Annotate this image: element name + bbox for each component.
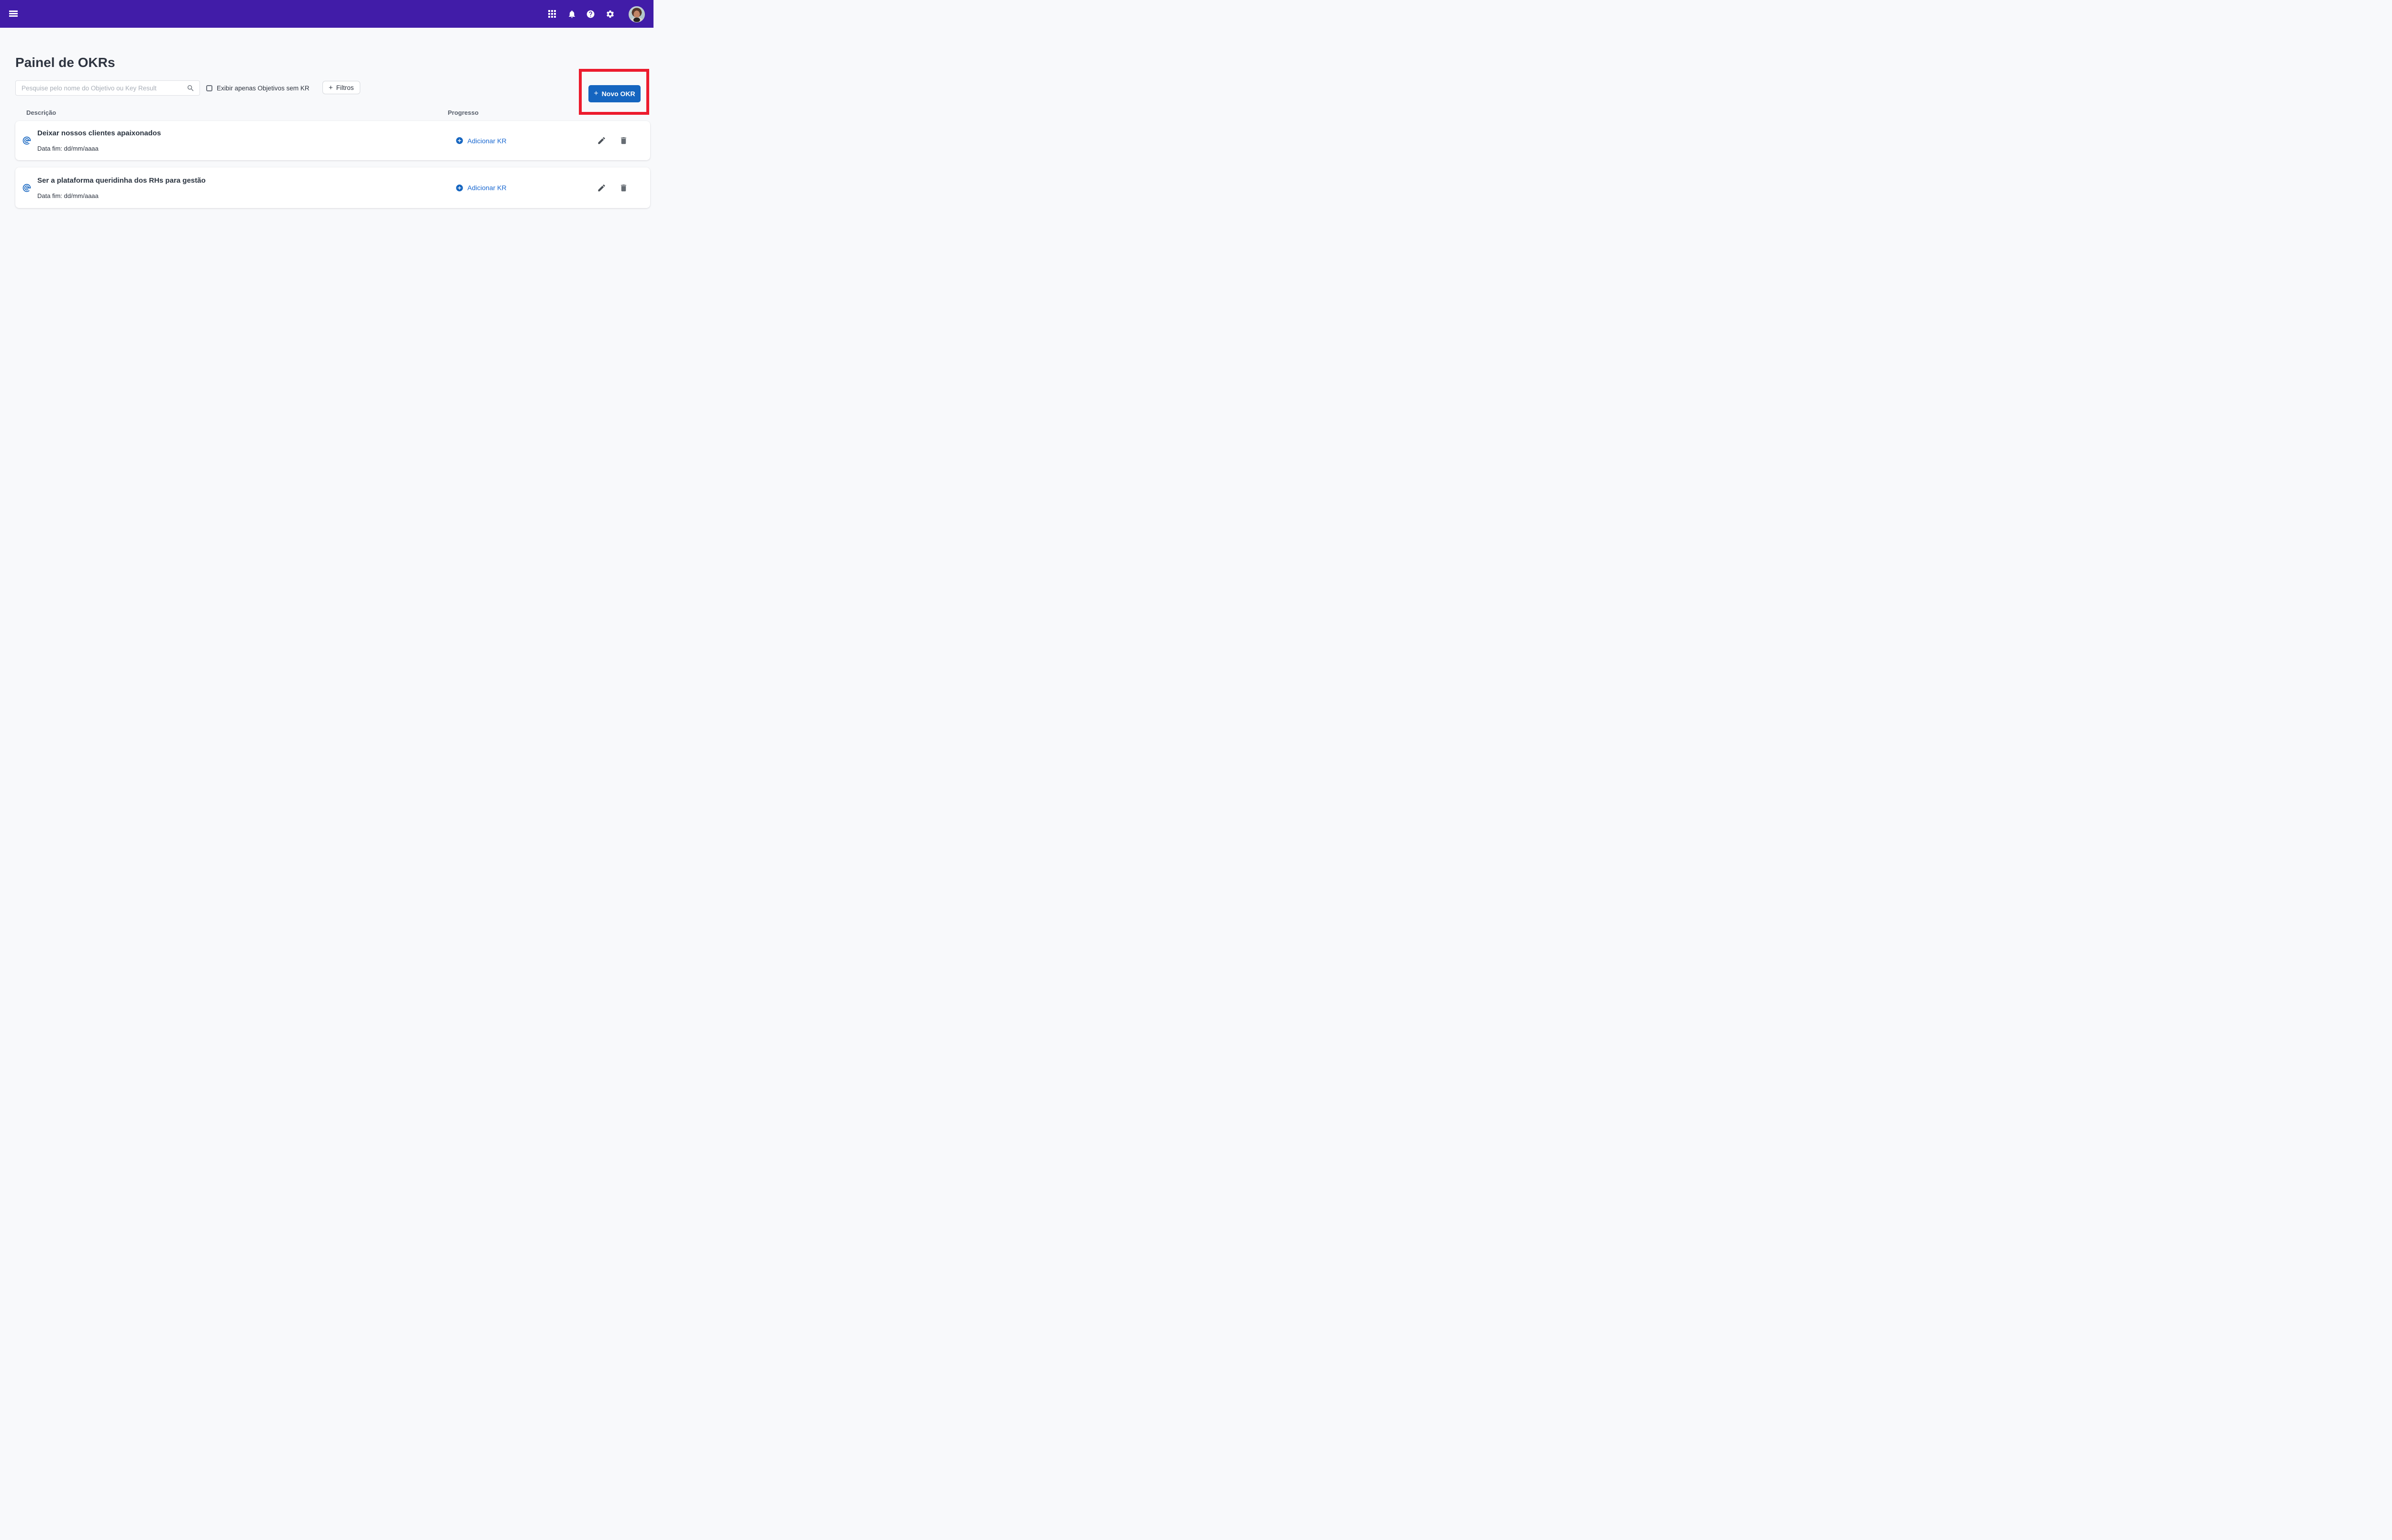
okr-end-date: Data fim: dd/mm/aaaa [37, 145, 99, 152]
search-box [15, 80, 200, 96]
filters-button-label: Filtros [336, 84, 354, 91]
okr-title: Deixar nossos clientes apaixonados [37, 129, 161, 137]
add-kr-link[interactable]: Adicionar KR [455, 184, 507, 192]
okr-end-date: Data fim: dd/mm/aaaa [37, 192, 99, 199]
filters-button[interactable]: + Filtros [322, 81, 360, 94]
top-app-bar [0, 0, 653, 28]
objective-target-icon [22, 136, 32, 145]
notifications-bell-icon[interactable] [567, 10, 576, 19]
okr-text-block: Ser a plataforma queridinha dos RHs para… [37, 177, 206, 199]
add-circle-icon [456, 137, 463, 144]
user-avatar[interactable] [629, 6, 645, 22]
progress-column-header: Progresso [448, 109, 479, 116]
plus-icon: + [594, 89, 598, 98]
add-circle-icon [456, 184, 463, 191]
page-title: Painel de OKRs [15, 55, 115, 70]
okr-card: Deixar nossos clientes apaixonados Data … [15, 121, 650, 160]
okr-text-block: Deixar nossos clientes apaixonados Data … [37, 130, 161, 152]
description-column-header: Descrição [26, 109, 56, 116]
edit-pencil-icon[interactable] [597, 183, 606, 192]
add-kr-label: Adicionar KR [467, 184, 507, 192]
okr-title: Ser a plataforma queridinha dos RHs para… [37, 176, 206, 185]
plus-icon: + [329, 83, 333, 92]
okr-dashboard-page: Painel de OKRs Exibir apenas Objetivos s… [0, 0, 653, 385]
objective-target-icon [22, 183, 32, 193]
add-kr-link[interactable]: Adicionar KR [455, 137, 507, 145]
checkbox-label: Exibir apenas Objetivos sem KR [217, 84, 310, 92]
hamburger-menu-icon[interactable] [9, 11, 18, 17]
okr-card: Ser a plataforma queridinha dos RHs para… [15, 167, 650, 208]
delete-trash-icon[interactable] [619, 136, 628, 145]
new-okr-button[interactable]: + Novo OKR [588, 85, 641, 102]
delete-trash-icon[interactable] [619, 183, 628, 192]
apps-grid-icon[interactable] [548, 10, 556, 18]
help-icon[interactable] [586, 10, 595, 19]
show-only-objectives-without-kr-checkbox[interactable] [206, 85, 212, 91]
edit-pencil-icon[interactable] [597, 136, 606, 145]
search-icon[interactable] [187, 84, 195, 92]
new-okr-button-label: Novo OKR [601, 90, 635, 98]
add-kr-label: Adicionar KR [467, 137, 507, 144]
settings-gear-icon[interactable] [606, 10, 615, 19]
filter-checkbox-group: Exibir apenas Objetivos sem KR [206, 83, 310, 93]
search-input[interactable] [16, 81, 199, 95]
